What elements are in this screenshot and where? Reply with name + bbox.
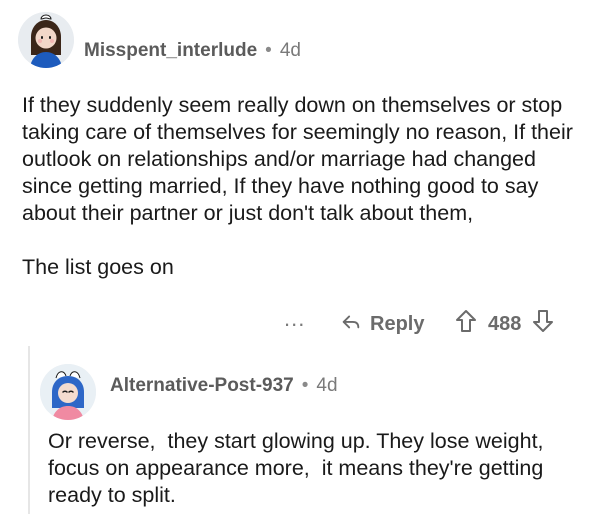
- reply-button[interactable]: Reply: [340, 310, 424, 338]
- meta-separator: •: [265, 40, 272, 61]
- avatar[interactable]: [18, 12, 74, 68]
- reply-label: Reply: [370, 312, 425, 335]
- username[interactable]: Misspent_interlude: [84, 40, 257, 62]
- comment-body: Or reverse, they start glowing up. They …: [48, 429, 556, 507]
- avatar-illustration: [40, 364, 96, 420]
- comment-meta: Misspent_interlude • 4d: [84, 40, 301, 62]
- more-dots-icon: ...: [284, 306, 306, 331]
- meta-separator: •: [301, 375, 309, 396]
- thread-line[interactable]: [28, 346, 30, 514]
- reply-arrow-icon: [340, 310, 362, 338]
- comment-meta: Alternative-Post-937 • 4d: [110, 375, 338, 397]
- upvote-button[interactable]: [454, 308, 478, 340]
- vote-controls: 488: [454, 308, 555, 340]
- username[interactable]: Alternative-Post-937: [110, 375, 294, 397]
- comment-actions: ... Reply 488: [0, 308, 599, 338]
- avatar-illustration: [18, 12, 74, 68]
- downvote-arrow-icon: [531, 310, 555, 339]
- downvote-button[interactable]: [531, 308, 555, 340]
- more-options-button[interactable]: ...: [284, 308, 305, 330]
- upvote-arrow-icon: [454, 310, 478, 339]
- avatar[interactable]: [40, 364, 96, 420]
- comment-age: 4d: [279, 40, 301, 61]
- comment-age: 4d: [316, 375, 338, 396]
- vote-count: 488: [488, 312, 522, 335]
- comment-body: If they suddenly seem really down on the…: [22, 93, 573, 279]
